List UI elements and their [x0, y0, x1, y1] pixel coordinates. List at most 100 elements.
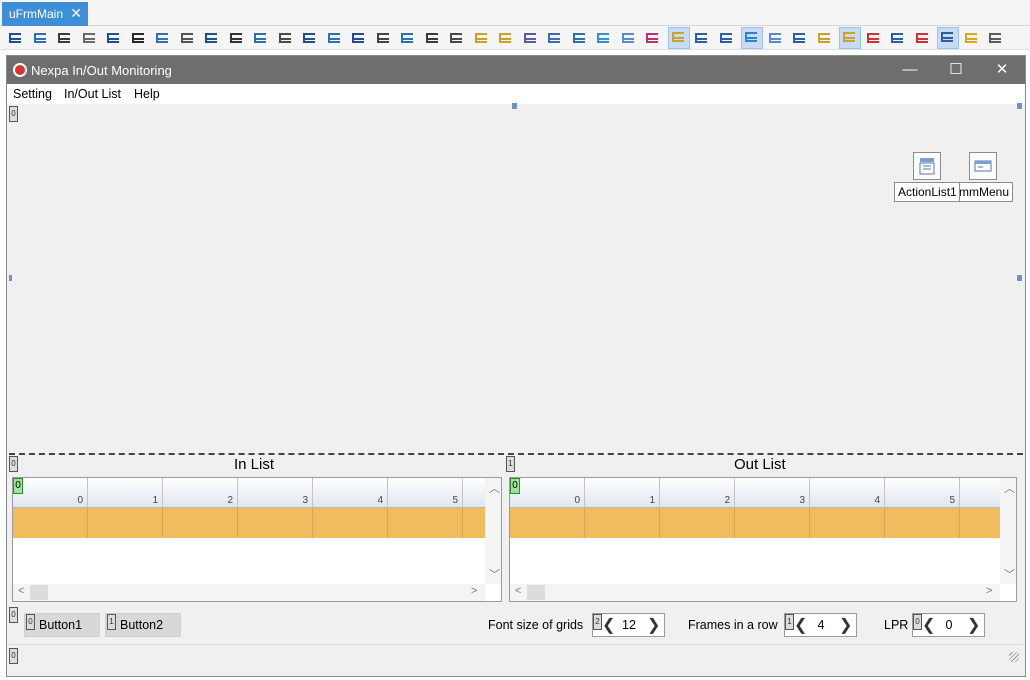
scroll-left-icon[interactable]: <	[18, 585, 24, 597]
column-header[interactable]: 5	[885, 478, 960, 508]
resize-handle[interactable]	[1017, 103, 1022, 109]
align-top-icon[interactable]	[80, 29, 98, 47]
dots-icon[interactable]	[815, 29, 833, 47]
column-header[interactable]: 3	[238, 478, 313, 508]
increment-icon[interactable]: ❯	[839, 615, 852, 635]
bring-front-icon[interactable]	[398, 29, 416, 47]
scroll-right-icon[interactable]: >	[471, 585, 477, 597]
scroll-thumb[interactable]	[30, 585, 48, 600]
send-back-icon[interactable]	[423, 29, 441, 47]
vertical-scrollbar[interactable]: ︿ ﹀	[485, 478, 501, 584]
center-h-icon[interactable]	[227, 29, 245, 47]
close-icon[interactable]: ✕	[70, 5, 82, 22]
column-header[interactable]: 3	[735, 478, 810, 508]
table-icon[interactable]	[692, 29, 710, 47]
scroll-up-icon[interactable]: ︿	[1004, 480, 1015, 496]
ide-tab-ufrmmain[interactable]: uFrmMain ✕	[2, 2, 88, 26]
size-grow-icon[interactable]	[349, 29, 367, 47]
maximize-button[interactable]: ☐	[933, 56, 979, 84]
component-icon[interactable]	[472, 29, 490, 47]
copy-icon[interactable]	[717, 29, 735, 47]
column-header[interactable]: 0	[510, 478, 585, 508]
group-icon[interactable]	[447, 29, 465, 47]
minimize-button[interactable]: —	[887, 56, 933, 84]
align-right-icon[interactable]	[31, 29, 49, 47]
grid-cell[interactable]	[313, 508, 388, 538]
scroll-left-icon[interactable]: <	[515, 585, 521, 597]
horizontal-scrollbar[interactable]: < >	[510, 584, 1000, 601]
resize-handle[interactable]	[9, 275, 12, 281]
grid-cell[interactable]	[585, 508, 660, 538]
close-button[interactable]: ✕	[979, 56, 1025, 84]
scroll-right-icon[interactable]: >	[986, 585, 992, 597]
form-icon[interactable]	[667, 27, 690, 49]
window-icon[interactable]	[986, 29, 1004, 47]
export-icon[interactable]	[937, 27, 959, 49]
grid-cell[interactable]	[810, 508, 885, 538]
menu-setting[interactable]: Setting	[13, 87, 52, 101]
button2[interactable]: 1 Button2	[105, 613, 181, 637]
align-center-icon[interactable]	[55, 29, 73, 47]
grid-cell[interactable]	[660, 508, 735, 538]
select-all-icon[interactable]	[766, 29, 784, 47]
resize-grip-icon[interactable]	[1009, 652, 1019, 662]
splitter[interactable]	[9, 453, 1023, 455]
refresh-icon[interactable]	[741, 27, 763, 49]
grid-cell[interactable]	[238, 508, 313, 538]
arrange2-icon[interactable]	[545, 29, 563, 47]
decrement-icon[interactable]: ❮	[922, 615, 935, 635]
grid-cell[interactable]	[510, 508, 585, 538]
font-size-stepper[interactable]: 2 ❮ 12 ❯	[592, 613, 665, 637]
column-header[interactable]: 1	[88, 478, 163, 508]
align-bottom-icon[interactable]	[104, 29, 122, 47]
out-list-grid[interactable]: 0 0 1 2 3 4 5 ︿ ﹀ < >	[509, 477, 1017, 602]
increment-icon[interactable]: ❯	[967, 615, 980, 635]
main-menu-icon[interactable]	[969, 152, 997, 180]
delete-icon[interactable]	[864, 29, 882, 47]
resize-handle[interactable]	[512, 103, 517, 109]
grid-cell[interactable]	[163, 508, 238, 538]
size-height-icon[interactable]	[300, 29, 318, 47]
align-grid-icon[interactable]	[594, 29, 612, 47]
snap-icon[interactable]	[619, 29, 637, 47]
scroll-down-icon[interactable]: ﹀	[1004, 566, 1015, 582]
increment-icon[interactable]: ❯	[647, 615, 660, 635]
align-left-icon[interactable]	[6, 29, 24, 47]
size-width-icon[interactable]	[276, 29, 294, 47]
horizontal-scrollbar[interactable]: < >	[13, 584, 485, 601]
column-header[interactable]: 5	[388, 478, 463, 508]
scroll-down-icon[interactable]: ﹀	[489, 566, 500, 582]
button1[interactable]: 0 Button1	[24, 613, 100, 637]
column-header[interactable]: 0	[13, 478, 88, 508]
top-panel[interactable]: 0 ActionList1 mmMenu	[9, 103, 1023, 454]
scroll-up-icon[interactable]: ︿	[489, 480, 500, 496]
breakpoint-icon[interactable]	[913, 29, 931, 47]
space-inc-h-icon[interactable]	[178, 29, 196, 47]
grid-cell[interactable]	[388, 508, 463, 538]
grid-cell[interactable]	[885, 508, 960, 538]
space-equal-h-icon[interactable]	[153, 29, 171, 47]
align-middle-icon[interactable]	[129, 29, 147, 47]
grid-cell[interactable]	[88, 508, 163, 538]
table-row[interactable]	[510, 508, 1000, 538]
column-header[interactable]: 2	[660, 478, 735, 508]
grid-cell[interactable]	[13, 508, 88, 538]
resize-handle[interactable]	[1017, 275, 1022, 281]
decrement-icon[interactable]: ❮	[794, 615, 807, 635]
grid-cell[interactable]	[735, 508, 810, 538]
scroll-thumb[interactable]	[527, 585, 545, 600]
column-header[interactable]: 1	[585, 478, 660, 508]
in-list-grid[interactable]: 0 0 1 2 3 4 5 ︿ ﹀ < >	[12, 477, 502, 602]
wrench-icon[interactable]	[839, 27, 861, 49]
action-list-icon[interactable]	[913, 152, 941, 180]
lines-icon[interactable]	[790, 29, 808, 47]
frames-stepper[interactable]: 1 ❮ 4 ❯	[784, 613, 857, 637]
vertical-scrollbar[interactable]: ︿ ﹀	[1000, 478, 1016, 584]
debug-icon[interactable]	[888, 29, 906, 47]
size-shrink-icon[interactable]	[374, 29, 392, 47]
tab-order-icon[interactable]	[570, 29, 588, 47]
menu-inout-list[interactable]: In/Out List	[64, 87, 121, 101]
decrement-icon[interactable]: ❮	[602, 615, 615, 635]
center-v-icon[interactable]	[251, 29, 269, 47]
space-dec-h-icon[interactable]	[202, 29, 220, 47]
